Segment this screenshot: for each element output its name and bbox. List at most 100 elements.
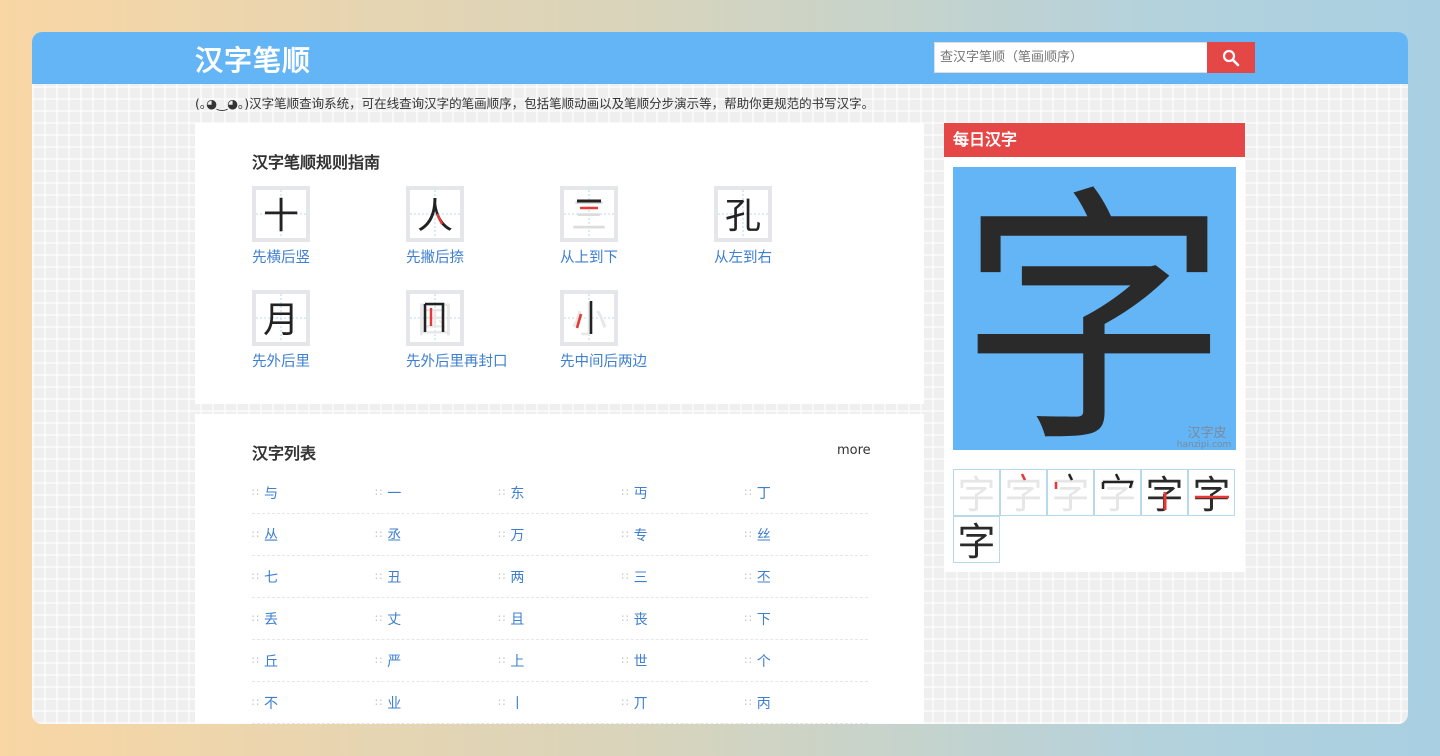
char-link[interactable]: ∷ 严 [375,651,498,671]
char-link[interactable]: ∷ 下 [745,609,868,629]
rule-item[interactable]: 小 先中间后两边 [560,290,700,371]
char-link[interactable]: ∷ 个 [745,651,868,671]
char-link[interactable]: ∷ 丘 [252,651,375,671]
char-link[interactable]: ∷ 专 [622,525,745,545]
search-input[interactable] [934,42,1207,73]
stroke-step-svg: 字 [1145,473,1183,515]
stroke-step-svg: 字 [957,520,995,562]
stroke-grid: 小 [564,294,614,342]
char-link[interactable]: ∷ 一 [375,483,498,503]
rule-label[interactable]: 从左到右 [714,246,854,267]
svg-text:字: 字 [957,473,995,515]
dots-icon: ∷ [621,528,630,541]
char-link[interactable]: ∷ 丕 [745,567,868,587]
daily-char-image[interactable]: 字 汉字皮 hanzipi.com [953,167,1236,450]
table-row: ∷ 丢 ∷ 丈 ∷ 且 ∷ 丧 ∷ 下 [252,598,868,640]
stroke-step-svg: 字 [1004,473,1042,515]
svg-text:字: 字 [1192,473,1230,515]
char-link[interactable]: ∷ 丑 [375,567,498,587]
char-link[interactable]: ∷ 丢 [252,609,375,629]
stroke-step[interactable]: 字 [953,516,1000,563]
daily-char-glyph: 字 [959,167,1229,450]
rule-image[interactable]: 人 [406,186,464,242]
char-link[interactable]: ∷ 世 [622,651,745,671]
char-link[interactable]: ∷ 丁 [745,483,868,503]
stroke-step-svg: 字 [1051,473,1089,515]
char-link[interactable]: ∷ 丝 [745,525,868,545]
rule-label[interactable]: 先外后里 [252,350,392,371]
dots-icon: ∷ [621,486,630,499]
rule-label[interactable]: 先横后竖 [252,246,392,267]
char-link[interactable]: ∷ 万 [498,525,621,545]
char-link[interactable]: ∷ 两 [498,567,621,587]
rule-label[interactable]: 先撇后捺 [406,246,546,267]
rule-item[interactable]: 十 先横后竖 [252,186,392,267]
char-link[interactable]: ∷ 上 [498,651,621,671]
char-link[interactable]: ∷ 丌 [622,693,745,713]
dots-icon: ∷ [252,528,260,541]
char-link[interactable]: ∷ 业 [375,693,498,713]
stroke-step-svg: 字 [957,473,995,515]
daily-char-card: 每日汉字 字 汉字皮 hanzipi.com 字 字 字 字 字 字 字 [944,123,1245,572]
rule-label[interactable]: 先外后里再封口 [406,350,546,371]
dots-icon: ∷ [498,486,507,499]
stroke-step[interactable]: 字 [1047,469,1094,516]
dots-icon: ∷ [498,528,507,541]
search-button[interactable] [1207,42,1255,73]
dots-icon: ∷ [252,654,260,667]
char-link[interactable]: ∷ 丈 [375,609,498,629]
stroke-step[interactable]: 字 [1000,469,1047,516]
char-link[interactable]: ∷ 丨 [498,693,621,713]
browser-window: 汉字笔顺 (｡◕‿◕｡)汉字笔顺查询系统，可在线查询汉字的笔画顺序，包括笔顺动画… [32,32,1408,724]
table-row: ∷ 七 ∷ 丑 ∷ 两 ∷ 三 ∷ 丕 [252,556,868,598]
char-link[interactable]: ∷ 丞 [375,525,498,545]
rule-image[interactable]: 小 [560,290,618,346]
rule-char: 孔 [725,196,761,237]
site-header: 汉字笔顺 [32,32,1408,84]
dots-icon: ∷ [621,570,630,583]
rule-image[interactable]: 孔 [714,186,772,242]
rule-image[interactable]: 三 [560,186,618,242]
rule-item[interactable]: 人 先撇后捺 [406,186,546,267]
rule-item[interactable]: 国 先外后里再封口 [406,290,546,371]
rule-image[interactable]: 十 [252,186,310,242]
stroke-grid: 月 [256,294,306,342]
char-link[interactable]: ∷ 丧 [622,609,745,629]
char-link[interactable]: ∷ 丙 [745,693,868,713]
char-link[interactable]: ∷ 不 [252,693,375,713]
char-link[interactable]: ∷ 且 [498,609,621,629]
rule-item[interactable]: 三 从上到下 [560,186,700,267]
stroke-step[interactable]: 字 [1094,469,1141,516]
stroke-step[interactable]: 字 [953,469,1000,516]
intro-text: (｡◕‿◕｡)汉字笔顺查询系统，可在线查询汉字的笔画顺序，包括笔顺动画以及笔顺分… [195,96,875,111]
rule-image[interactable]: 月 [252,290,310,346]
stroke-step[interactable]: 字 [1188,469,1235,516]
dots-icon: ∷ [375,528,384,541]
dots-icon: ∷ [375,486,384,499]
rule-image[interactable]: 国 [406,290,464,346]
rules-title: 汉字笔顺规则指南 [252,153,381,172]
stroke-grid: 三 [564,190,614,238]
char-link[interactable]: ∷ 三 [622,567,745,587]
char-link[interactable]: ∷ 丏 [622,483,745,503]
char-list-grid: ∷ 与 ∷ 一 ∷ 东 ∷ 丏 ∷ 丁 ∷ 丛 ∷ 丞 ∷ 万 ∷ 专 ∷ 丝 ∷ 七 ∷ 丑 ∷ 两 ∷… [252,472,868,724]
site-title[interactable]: 汉字笔顺 [195,39,311,79]
char-link[interactable]: ∷ 丛 [252,525,375,545]
dots-icon: ∷ [498,696,507,709]
daily-char-svg: 字 汉字皮 hanzipi.com [959,167,1231,450]
svg-text:字: 字 [957,520,995,562]
char-link[interactable]: ∷ 与 [252,483,375,503]
stroke-step[interactable]: 字 [1141,469,1188,516]
rule-label[interactable]: 从上到下 [560,246,700,267]
search-icon [1222,49,1240,66]
rule-label[interactable]: 先中间后两边 [560,350,700,371]
rule-char: 人 [417,196,453,237]
dots-icon: ∷ [744,696,753,709]
more-link[interactable]: more [837,443,871,458]
char-link[interactable]: ∷ 东 [498,483,621,503]
char-link[interactable]: ∷ 七 [252,567,375,587]
rule-item[interactable]: 孔 从左到右 [714,186,854,267]
dots-icon: ∷ [744,570,753,583]
rule-item[interactable]: 月 先外后里 [252,290,392,371]
dots-icon: ∷ [375,696,384,709]
